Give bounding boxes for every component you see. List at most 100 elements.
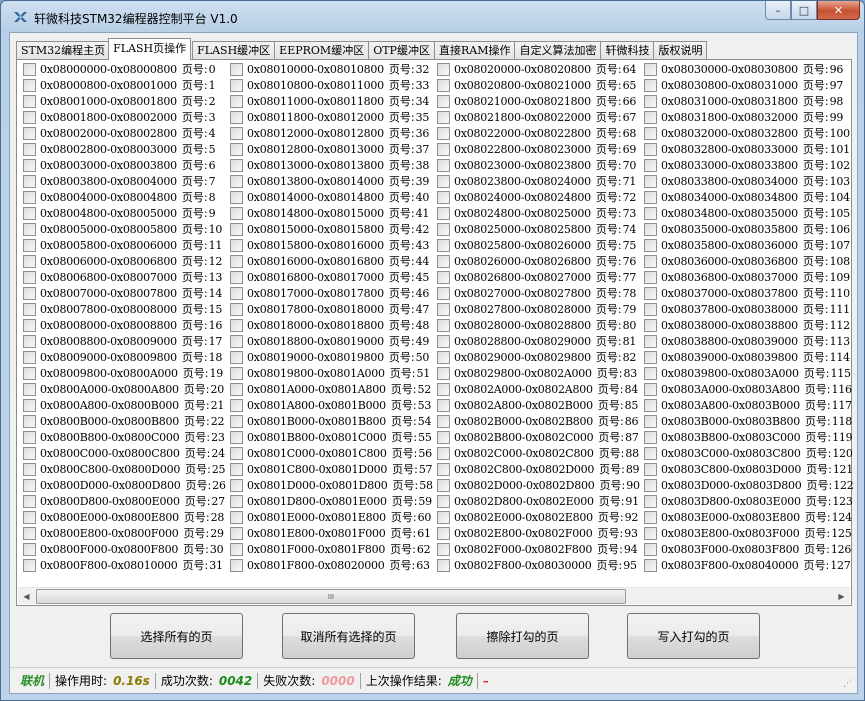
- page-list-item[interactable]: 0x0803B800-0x0803C000 页号: 119: [644, 429, 853, 445]
- page-list-item[interactable]: 0x08012800-0x08013000 页号: 37: [230, 141, 437, 157]
- page-list-item[interactable]: 0x0800B800-0x0800C000 页号: 23: [23, 429, 230, 445]
- tab-3[interactable]: EEPROM缓冲区: [274, 41, 370, 60]
- page-list-item[interactable]: 0x08006800-0x08007000 页号: 13: [23, 269, 230, 285]
- page-checkbox[interactable]: [23, 206, 36, 220]
- page-list-item[interactable]: 0x08019000-0x08019800 页号: 50: [230, 349, 437, 365]
- page-checkbox[interactable]: [437, 430, 450, 444]
- tab-6[interactable]: 自定义算法加密: [514, 41, 602, 60]
- page-checkbox[interactable]: [437, 238, 450, 252]
- page-list-item[interactable]: 0x0801A000-0x0801A800 页号: 52: [230, 381, 437, 397]
- scroll-left-arrow-icon[interactable]: ◀: [18, 588, 35, 605]
- page-checkbox[interactable]: [23, 270, 36, 284]
- page-list-item[interactable]: 0x08013800-0x08014000 页号: 39: [230, 173, 437, 189]
- page-checkbox[interactable]: [23, 110, 36, 124]
- page-checkbox[interactable]: [23, 398, 36, 412]
- page-checkbox[interactable]: [23, 238, 36, 252]
- page-list-item[interactable]: 0x08016000-0x08016800 页号: 44: [230, 253, 437, 269]
- page-list-item[interactable]: 0x08016800-0x08017000 页号: 45: [230, 269, 437, 285]
- page-list-item[interactable]: 0x0802C800-0x0802D000 页号: 89: [437, 461, 644, 477]
- page-checkbox[interactable]: [644, 78, 657, 92]
- page-list-item[interactable]: 0x08017800-0x08018000 页号: 47: [230, 301, 437, 317]
- page-list-item[interactable]: 0x08023800-0x08024000 页号: 71: [437, 173, 644, 189]
- page-checkbox[interactable]: [644, 558, 657, 572]
- page-list-item[interactable]: 0x0802C000-0x0802C800 页号: 88: [437, 445, 644, 461]
- page-checkbox[interactable]: [23, 382, 36, 396]
- page-list-item[interactable]: 0x0802F800-0x08030000 页号: 95: [437, 557, 644, 573]
- page-checkbox[interactable]: [230, 430, 243, 444]
- page-list-item[interactable]: 0x0800A000-0x0800A800 页号: 20: [23, 381, 230, 397]
- page-checkbox[interactable]: [437, 158, 450, 172]
- page-list-item[interactable]: 0x08003800-0x08004000 页号: 7: [23, 173, 230, 189]
- page-checkbox[interactable]: [23, 190, 36, 204]
- page-checkbox[interactable]: [437, 494, 450, 508]
- page-checkbox[interactable]: [437, 382, 450, 396]
- page-checkbox[interactable]: [230, 302, 243, 316]
- page-checkbox[interactable]: [644, 446, 657, 460]
- page-checkbox[interactable]: [437, 142, 450, 156]
- page-list-item[interactable]: 0x0801B800-0x0801C000 页号: 55: [230, 429, 437, 445]
- page-checkbox[interactable]: [437, 414, 450, 428]
- page-list-item[interactable]: 0x08000800-0x08001000 页号: 1: [23, 77, 230, 93]
- page-checkbox[interactable]: [23, 350, 36, 364]
- page-list-item[interactable]: 0x0801C000-0x0801C800 页号: 56: [230, 445, 437, 461]
- page-list-item[interactable]: 0x08022000-0x08022800 页号: 68: [437, 125, 644, 141]
- page-checkbox[interactable]: [644, 318, 657, 332]
- page-list-item[interactable]: 0x08023000-0x08023800 页号: 70: [437, 157, 644, 173]
- page-list-item[interactable]: 0x0800D800-0x0800E000 页号: 27: [23, 493, 230, 509]
- page-checkbox[interactable]: [23, 494, 36, 508]
- page-list-item[interactable]: 0x08025800-0x08026000 页号: 75: [437, 237, 644, 253]
- page-checkbox[interactable]: [23, 334, 36, 348]
- page-checkbox[interactable]: [437, 478, 450, 492]
- page-list-item[interactable]: 0x08004800-0x08005000 页号: 9: [23, 205, 230, 221]
- page-list-item[interactable]: 0x08009000-0x08009800 页号: 18: [23, 349, 230, 365]
- page-list-item[interactable]: 0x0803A000-0x0803A800 页号: 116: [644, 381, 852, 397]
- page-checkbox[interactable]: [644, 126, 657, 140]
- page-list-item[interactable]: 0x08022800-0x08023000 页号: 69: [437, 141, 644, 157]
- page-checkbox[interactable]: [23, 222, 36, 236]
- page-list-item[interactable]: 0x0803D800-0x0803E000 页号: 123: [644, 493, 853, 509]
- page-checkbox[interactable]: [23, 542, 36, 556]
- page-list-item[interactable]: 0x08007000-0x08007800 页号: 14: [23, 285, 230, 301]
- page-list-item[interactable]: 0x08005000-0x08005800 页号: 10: [23, 221, 230, 237]
- page-list-item[interactable]: 0x08039000-0x08039800 页号: 114: [644, 349, 850, 365]
- page-list-item[interactable]: 0x08038000-0x08038800 页号: 112: [644, 317, 850, 333]
- page-checkbox[interactable]: [230, 190, 243, 204]
- page-list-item[interactable]: 0x08005800-0x08006000 页号: 11: [23, 237, 230, 253]
- page-list-item[interactable]: 0x08010000-0x08010800 页号: 32: [230, 61, 437, 77]
- page-checkbox[interactable]: [437, 110, 450, 124]
- page-list-item[interactable]: 0x08020000-0x08020800 页号: 64: [437, 61, 644, 77]
- page-checkbox[interactable]: [230, 110, 243, 124]
- page-checkbox[interactable]: [230, 414, 243, 428]
- page-list-item[interactable]: 0x08030000-0x08030800 页号: 96: [644, 61, 844, 77]
- page-list-item[interactable]: 0x08026000-0x08026800 页号: 76: [437, 253, 644, 269]
- page-checkbox[interactable]: [644, 366, 657, 380]
- page-list-item[interactable]: 0x0803E000-0x0803E800 页号: 124: [644, 509, 852, 525]
- page-checkbox[interactable]: [230, 270, 243, 284]
- minimize-icon[interactable]: –: [765, 1, 791, 20]
- page-checkbox[interactable]: [230, 238, 243, 252]
- page-checkbox[interactable]: [644, 158, 657, 172]
- page-checkbox[interactable]: [644, 62, 657, 76]
- page-checkbox[interactable]: [437, 78, 450, 92]
- page-checkbox[interactable]: [437, 286, 450, 300]
- page-list-item[interactable]: 0x08007800-0x08008000 页号: 15: [23, 301, 230, 317]
- page-list-item[interactable]: 0x08024000-0x08024800 页号: 72: [437, 189, 644, 205]
- page-list-item[interactable]: 0x0800E800-0x0800F000 页号: 29: [23, 525, 230, 541]
- page-list-item[interactable]: 0x08031800-0x08032000 页号: 99: [644, 109, 844, 125]
- maximize-icon[interactable]: □: [791, 1, 817, 20]
- page-checkbox[interactable]: [23, 430, 36, 444]
- page-list-item[interactable]: 0x08002800-0x08003000 页号: 5: [23, 141, 230, 157]
- page-checkbox[interactable]: [437, 206, 450, 220]
- page-list-item[interactable]: 0x08030800-0x08031000 页号: 97: [644, 77, 844, 93]
- page-list-item[interactable]: 0x0800F800-0x08010000 页号: 31: [23, 557, 230, 573]
- page-list-item[interactable]: 0x08014000-0x08014800 页号: 40: [230, 189, 437, 205]
- tab-7[interactable]: 轩微科技: [600, 41, 655, 60]
- page-checkbox[interactable]: [644, 270, 657, 284]
- page-checkbox[interactable]: [644, 174, 657, 188]
- page-checkbox[interactable]: [437, 558, 450, 572]
- page-list-item[interactable]: 0x0802E000-0x0802E800 页号: 92: [437, 509, 644, 525]
- page-checkbox[interactable]: [644, 398, 657, 412]
- page-checkbox[interactable]: [437, 302, 450, 316]
- page-list-item[interactable]: 0x0803F000-0x0803F800 页号: 126: [644, 541, 851, 557]
- page-checkbox[interactable]: [644, 254, 657, 268]
